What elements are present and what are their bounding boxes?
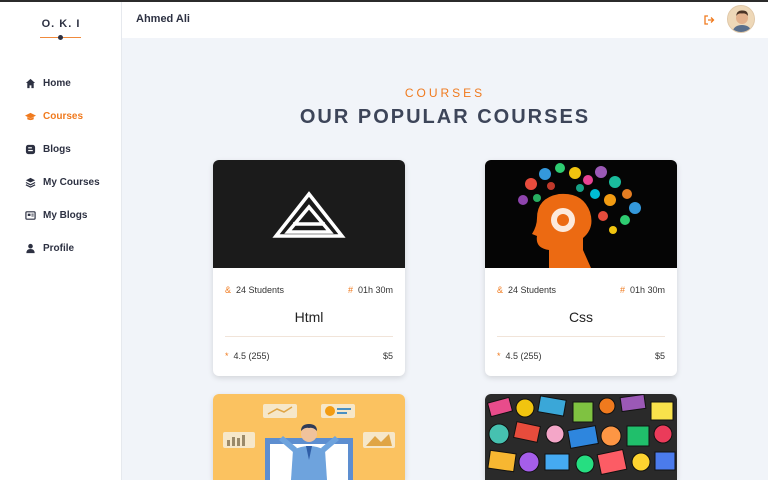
sidebar-nav: Home Courses Blogs My Courses My Blogs P… (0, 72, 122, 270)
sidebar-item-label: Blogs (43, 144, 71, 155)
course-rating: * 4.5 (255) (497, 351, 542, 361)
card-divider (497, 336, 665, 337)
course-card-4[interactable] (485, 394, 677, 480)
course-footer: * 4.5 (255) $5 (485, 351, 677, 361)
course-meta: & 24 Students #01h 30m (485, 285, 677, 295)
sidebar-item-profile[interactable]: Profile (0, 237, 122, 260)
clock-icon: # (347, 285, 353, 295)
students-count: & 24 Students (497, 285, 557, 295)
course-price: $5 (654, 351, 665, 361)
sidebar-item-home[interactable]: Home (0, 72, 122, 95)
course-meta: & 24 Students #01h 30m (213, 285, 405, 295)
star-icon: * (225, 351, 229, 361)
sidebar: O. K. I Home Courses Blogs My Courses My… (0, 0, 122, 480)
course-image-doodle (485, 394, 677, 480)
layers-icon (25, 177, 36, 188)
sidebar-item-courses[interactable]: Courses (0, 105, 122, 128)
sidebar-item-my-courses[interactable]: My Courses (0, 171, 122, 194)
sidebar-item-my-blogs[interactable]: My Blogs (0, 204, 122, 227)
students-icon: & (225, 285, 232, 295)
star-icon: * (497, 351, 501, 361)
top-bar: Ahmed Ali (122, 2, 768, 38)
card-divider (225, 336, 393, 337)
students-count: & 24 Students (225, 285, 285, 295)
course-price: $5 (382, 351, 393, 361)
sidebar-item-label: My Courses (43, 177, 100, 188)
course-footer: * 4.5 (255) $5 (213, 351, 405, 361)
graduation-cap-icon (25, 111, 36, 122)
course-title[interactable]: Css (485, 309, 677, 325)
app-logo[interactable]: O. K. I (0, 18, 122, 30)
avatar-icon[interactable] (727, 5, 755, 33)
window-top-border (0, 0, 768, 2)
course-image-html (213, 160, 405, 268)
home-icon (25, 78, 36, 89)
course-card-3[interactable] (213, 394, 405, 480)
sidebar-item-label: My Blogs (43, 210, 88, 221)
newspaper-icon (25, 210, 36, 221)
section-title: OUR POPULAR COURSES (299, 106, 591, 128)
blog-icon (25, 144, 36, 155)
course-duration: #01h 30m (347, 285, 393, 295)
user-icon (25, 243, 36, 254)
sidebar-item-label: Home (43, 78, 71, 89)
course-title[interactable]: Html (213, 309, 405, 325)
course-rating: * 4.5 (255) (225, 351, 270, 361)
course-card-html[interactable]: & 24 Students #01h 30m Html * 4.5 (255) $5 (213, 160, 405, 376)
clock-icon: # (619, 285, 625, 295)
course-card-css[interactable]: & 24 Students #01h 30m Css * 4.5 (255) $5 (485, 160, 677, 376)
course-image-css (485, 160, 677, 268)
sidebar-item-label: Profile (43, 243, 75, 254)
sidebar-item-blogs[interactable]: Blogs (0, 138, 122, 161)
section-subtitle: COURSES (404, 86, 486, 100)
sidebar-item-label: Courses (43, 111, 84, 122)
course-duration: #01h 30m (619, 285, 665, 295)
user-name: Ahmed Ali (136, 13, 190, 25)
logout-icon[interactable] (703, 13, 715, 25)
course-image-presenter (213, 394, 405, 480)
students-icon: & (497, 285, 504, 295)
logo-dot (58, 35, 63, 40)
